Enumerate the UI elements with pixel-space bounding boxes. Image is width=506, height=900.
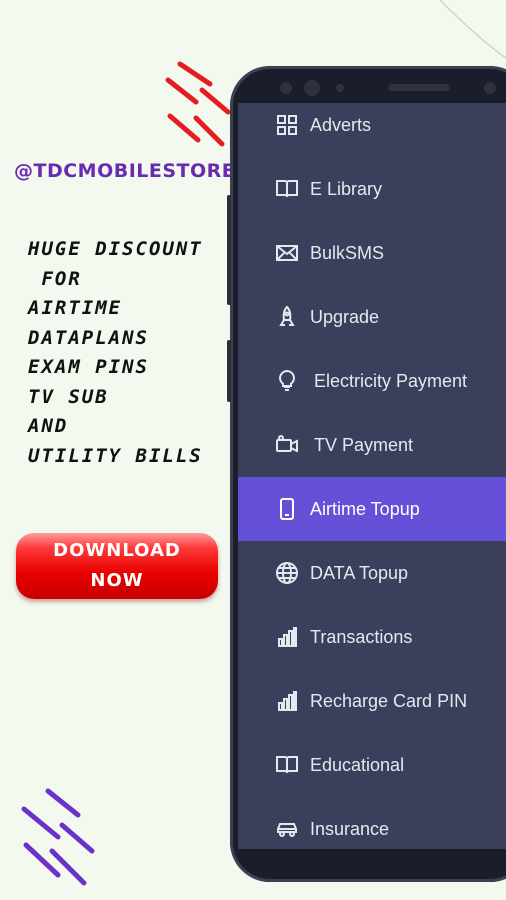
menu-item-tv-payment[interactable]: TV Payment — [238, 413, 506, 477]
promo-line: AND — [28, 415, 69, 437]
menu-item-label: Airtime Topup — [310, 498, 420, 519]
download-label-line1: DOWNLOAD — [53, 540, 181, 561]
phone-sensor-bar — [280, 80, 496, 96]
navigation-drawer: Adverts E Library BulkSMS Upgrade Electr… — [238, 103, 506, 849]
bar-chart-icon — [274, 688, 300, 714]
menu-item-label: Recharge Card PIN — [310, 690, 468, 711]
menu-item-educational[interactable]: Educational — [238, 733, 506, 797]
book-icon — [274, 176, 300, 202]
menu-item-insurance[interactable]: Insurance — [238, 797, 506, 849]
promo-line: FOR — [28, 267, 82, 290]
promo-line: DATAPLANS — [28, 326, 149, 349]
menu-item-label: Adverts — [310, 114, 372, 135]
video-camera-icon — [274, 432, 300, 458]
menu-item-adverts[interactable]: Adverts — [238, 103, 506, 157]
menu-item-electricity-payment[interactable]: Electricity Payment — [238, 349, 506, 413]
menu-item-e-library[interactable]: E Library — [238, 157, 506, 221]
promo-line: AIRTIME — [28, 297, 123, 319]
decorative-arc — [440, 0, 506, 59]
promo-line: TV SUB — [28, 385, 109, 408]
lightbulb-icon — [274, 368, 300, 394]
grid-icon — [274, 112, 300, 138]
purple-slash-decoration — [21, 788, 95, 886]
menu-item-label: Educational — [310, 754, 405, 775]
car-icon — [274, 816, 300, 842]
phone-side-button — [227, 195, 231, 305]
download-now-button[interactable]: DOWNLOAD NOW — [16, 533, 218, 599]
rocket-icon — [274, 304, 300, 330]
menu-item-label: E Library — [310, 178, 383, 199]
mobile-phone-icon — [274, 496, 300, 522]
promo-line: UTILITY BILLS — [28, 444, 203, 467]
menu-item-label: Electricity Payment — [314, 370, 468, 391]
promo-line: EXAM PINS — [28, 356, 149, 378]
menu-item-data-topup[interactable]: DATA Topup — [238, 541, 506, 605]
menu-item-label: Upgrade — [310, 306, 380, 327]
menu-item-bulksms[interactable]: BulkSMS — [238, 221, 506, 285]
phone-side-button — [227, 340, 231, 402]
menu-item-airtime-topup[interactable]: Airtime Topup — [238, 477, 506, 541]
store-handle: @TDCMOBILESTORE — [14, 160, 236, 182]
promo-text: HUGE DISCOUNT FOR AIRTIME DATAPLANS EXAM… — [28, 235, 203, 471]
menu-item-label: Transactions — [310, 626, 413, 647]
menu-item-label: TV Payment — [314, 434, 414, 455]
red-slash-decoration — [165, 61, 231, 147]
menu-item-label: BulkSMS — [310, 242, 385, 263]
menu-item-label: DATA Topup — [310, 562, 409, 583]
download-label-line2: NOW — [90, 570, 144, 591]
menu-item-transactions[interactable]: Transactions — [238, 605, 506, 669]
bar-chart-icon — [274, 624, 300, 650]
menu-item-recharge-card-pin[interactable]: Recharge Card PIN — [238, 669, 506, 733]
promo-line: HUGE DISCOUNT — [28, 238, 203, 260]
menu-item-upgrade[interactable]: Upgrade — [238, 285, 506, 349]
envelope-icon — [274, 240, 300, 266]
menu-item-label: Insurance — [310, 818, 390, 839]
globe-icon — [274, 560, 300, 586]
book-icon — [274, 752, 300, 778]
